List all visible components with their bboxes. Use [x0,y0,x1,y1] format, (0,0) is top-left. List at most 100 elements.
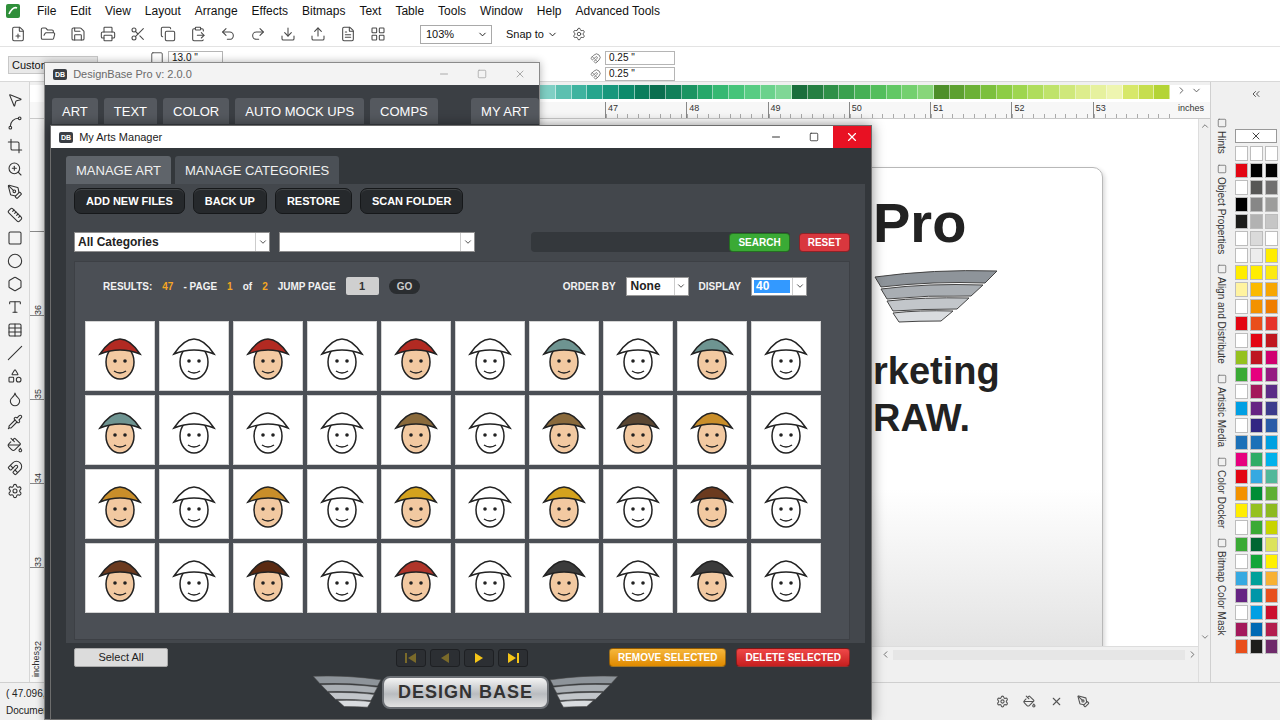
vertical-scrollbar[interactable] [1198,119,1210,682]
color-swatch[interactable] [1235,503,1248,518]
color-swatch[interactable] [1265,180,1278,195]
color-swatch[interactable] [1265,588,1278,603]
color-swatch[interactable] [824,85,840,99]
color-swatch[interactable] [1235,299,1248,314]
color-swatch[interactable] [1235,588,1248,603]
color-swatch[interactable] [997,85,1013,99]
color-swatch[interactable] [1235,180,1248,195]
art-thumbnail[interactable] [85,395,155,465]
color-swatch[interactable] [1235,197,1248,212]
color-swatch[interactable] [1265,299,1278,314]
color-swatch[interactable] [1235,231,1248,246]
color-swatch[interactable] [666,85,682,99]
color-swatch[interactable] [1091,85,1107,99]
snap-to-dropdown[interactable]: Snap to [506,28,558,40]
docker-tab[interactable]: Object Properties [1216,164,1227,254]
redo-icon[interactable] [250,26,266,42]
color-swatch[interactable] [1235,537,1248,552]
art-thumbnail[interactable] [85,469,155,539]
art-thumbnail[interactable] [603,395,673,465]
color-swatch[interactable] [1250,384,1263,399]
color-swatch[interactable] [1013,85,1029,99]
expand-palette-icon[interactable] [1250,88,1262,100]
effects-tool-icon[interactable] [7,368,23,384]
maximize-button[interactable] [463,63,501,85]
color-swatch[interactable] [1060,85,1076,99]
color-swatch[interactable] [1250,282,1263,297]
color-swatch[interactable] [902,85,918,99]
art-thumbnail[interactable] [751,395,821,465]
color-swatch[interactable] [1154,85,1170,99]
menu-item[interactable]: Table [388,0,431,22]
nudge-field[interactable]: 0.25 " [605,51,675,65]
color-swatch[interactable] [1250,571,1263,586]
color-swatch[interactable] [1250,639,1263,654]
paste-icon[interactable] [190,26,206,42]
color-swatch[interactable] [761,85,777,99]
color-swatch[interactable] [1250,265,1263,280]
color-swatch[interactable] [587,85,603,99]
color-swatch[interactable] [1265,248,1278,263]
scroll-up-icon[interactable] [1200,121,1210,131]
menu-item[interactable]: File [30,0,63,22]
art-thumbnail[interactable] [677,543,747,613]
eyedropper-tool-icon[interactable] [7,414,23,430]
color-swatch[interactable] [1265,486,1278,501]
art-thumbnail[interactable] [159,543,229,613]
art-thumbnail[interactable] [307,543,377,613]
color-swatch[interactable] [1265,316,1278,331]
zoom-level-dropdown[interactable]: 103% [420,25,492,44]
color-swatch[interactable] [1265,401,1278,416]
color-swatch[interactable] [1250,401,1263,416]
menu-item[interactable]: Effects [245,0,295,22]
copy-icon[interactable] [160,26,176,42]
color-swatch[interactable] [1235,316,1248,331]
color-swatch[interactable] [1265,503,1278,518]
color-swatch[interactable] [1265,520,1278,535]
color-swatch[interactable] [1250,316,1263,331]
color-swatch[interactable] [1235,163,1248,178]
art-thumbnail[interactable] [85,543,155,613]
color-swatch[interactable] [950,85,966,99]
color-swatch[interactable] [871,85,887,99]
menu-item[interactable]: Window [473,0,530,22]
color-swatch[interactable] [1235,248,1248,263]
scroll-right-icon[interactable] [1176,85,1187,96]
color-swatch[interactable] [1250,367,1263,382]
color-swatch[interactable] [1235,350,1248,365]
menu-item[interactable]: Edit [63,0,98,22]
art-thumbnail[interactable] [233,469,303,539]
close-button[interactable] [833,126,871,148]
snap-tool-icon[interactable] [7,460,23,476]
tab[interactable]: TEXT [104,98,157,124]
docker-tab[interactable]: Artistic Media [1216,374,1227,447]
tab[interactable]: ART [52,98,98,124]
color-swatch[interactable] [1265,231,1278,246]
tab[interactable]: COMPS [370,98,438,124]
jump-page-input[interactable]: 1 [346,277,379,295]
save-icon[interactable] [70,26,86,42]
dimension-tool-icon[interactable] [7,207,23,223]
art-thumbnail[interactable] [455,469,525,539]
menu-item[interactable]: Bitmaps [295,0,352,22]
color-swatch[interactable] [1265,350,1278,365]
color-swatch[interactable] [1250,537,1263,552]
minimize-button[interactable] [757,126,795,148]
color-swatch[interactable] [1250,163,1263,178]
pen-tool-icon[interactable] [7,184,23,200]
color-swatch[interactable] [1139,85,1155,99]
color-swatch[interactable] [572,85,588,99]
color-swatch[interactable] [1250,622,1263,637]
color-swatch[interactable] [1265,622,1278,637]
color-swatch[interactable] [1250,333,1263,348]
color-swatch[interactable] [1235,265,1248,280]
print-icon[interactable] [100,26,116,42]
zoom-tool-icon[interactable] [7,161,23,177]
art-thumbnail[interactable] [677,469,747,539]
color-swatch[interactable] [1265,197,1278,212]
color-swatch[interactable] [1235,435,1248,450]
color-swatch[interactable] [1235,384,1248,399]
open-icon[interactable] [40,26,56,42]
pager-button[interactable] [464,649,494,667]
color-swatch[interactable] [540,85,556,99]
